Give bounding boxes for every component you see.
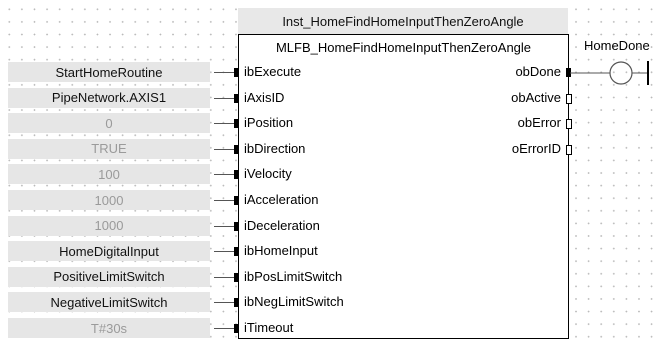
input-wire xyxy=(214,328,234,329)
input-pin-label: iAcceleration xyxy=(244,192,319,207)
input-pin xyxy=(234,144,239,154)
output-pin-label: obError xyxy=(517,115,561,131)
input-pin-label: iVelocity xyxy=(244,166,292,182)
output-pin-label: obActive xyxy=(511,89,561,105)
input-pin xyxy=(234,324,239,333)
input-wire xyxy=(214,302,234,304)
input-pin xyxy=(234,221,239,231)
input-wire xyxy=(214,225,234,227)
input-argument-field[interactable]: NegativeLimitSwitch xyxy=(8,292,210,313)
input-pin-label: iTimeout xyxy=(244,320,294,335)
input-pin-label: ibHomeInput xyxy=(244,243,318,259)
output-pin-label: oErrorID xyxy=(511,140,561,156)
input-argument-field[interactable]: 100 xyxy=(8,164,210,185)
input-wire xyxy=(214,276,234,278)
input-argument-field[interactable]: 1000 xyxy=(8,215,210,236)
input-wire xyxy=(214,148,234,150)
input-pin xyxy=(234,272,239,282)
input-pin xyxy=(234,298,239,308)
input-pin-label: iPosition xyxy=(244,115,294,131)
input-wire xyxy=(214,97,234,99)
input-wire xyxy=(214,72,234,73)
input-pin-label: ibDirection xyxy=(244,140,306,156)
coil-icon[interactable] xyxy=(570,60,663,86)
coil-variable-label[interactable]: HomeDone xyxy=(584,38,650,53)
input-pin-label: ibExecute xyxy=(244,64,302,79)
input-pin-label: ibNegLimitSwitch xyxy=(244,294,344,310)
input-wire xyxy=(214,251,234,253)
input-pin-label: iDeceleration xyxy=(244,217,320,233)
input-pin xyxy=(234,247,239,257)
input-pin xyxy=(234,93,239,103)
input-pin xyxy=(234,170,239,180)
input-pin xyxy=(234,196,239,205)
output-pin-unconnected[interactable] xyxy=(566,93,572,104)
input-argument-field[interactable]: T#30s xyxy=(8,318,210,338)
input-argument-field[interactable]: StartHomeRoutine xyxy=(8,62,210,82)
input-argument-field[interactable]: PipeNetwork.AXIS1 xyxy=(8,87,210,108)
input-argument-field[interactable]: 1000 xyxy=(8,190,210,210)
input-argument-field[interactable]: HomeDigitalInput xyxy=(8,241,210,262)
input-argument-field[interactable]: PositiveLimitSwitch xyxy=(8,266,210,287)
input-argument-field[interactable]: 0 xyxy=(8,113,210,134)
output-pin-label: obDone xyxy=(515,64,561,79)
output-pin-unconnected[interactable] xyxy=(566,144,572,155)
input-wire xyxy=(214,123,234,125)
input-pin xyxy=(234,119,239,129)
input-pin-label: iAxisID xyxy=(244,89,285,105)
input-pin xyxy=(234,68,239,77)
output-pin-unconnected[interactable] xyxy=(566,119,572,130)
fb-type-name: MLFB_HomeFindHomeInputThenZeroAngle xyxy=(275,39,532,55)
input-pin-label: ibPosLimitSwitch xyxy=(244,268,343,284)
input-wire xyxy=(214,174,234,176)
fb-instance-name[interactable]: Inst_HomeFindHomeInputThenZeroAngle xyxy=(238,8,568,34)
input-argument-field[interactable]: TRUE xyxy=(8,138,210,159)
input-wire xyxy=(214,200,234,201)
